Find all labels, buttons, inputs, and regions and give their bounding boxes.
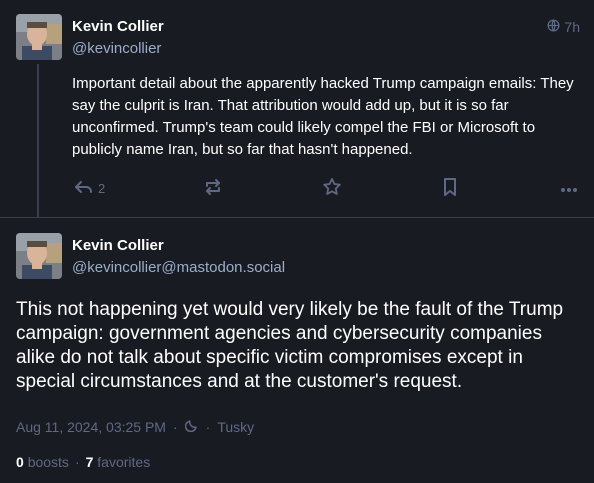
reply-count: 2 xyxy=(98,180,106,196)
favorites-count: 7 xyxy=(85,454,94,470)
post-date[interactable]: Aug 11, 2024, 03:25 PM xyxy=(16,419,166,435)
more-icon xyxy=(560,181,578,196)
boost-button[interactable] xyxy=(203,176,223,200)
status-content: This not happening yet would very likely… xyxy=(16,299,564,392)
globe-icon xyxy=(547,19,560,35)
favorites-link[interactable]: 7 favorites xyxy=(86,454,151,470)
author-handle[interactable]: @kevincollier xyxy=(72,40,161,57)
thread-connector xyxy=(37,64,39,218)
status-meta[interactable]: 7h xyxy=(547,19,580,35)
action-bar: 2 xyxy=(72,176,582,200)
avatar[interactable] xyxy=(16,14,62,60)
application-name[interactable]: Tusky xyxy=(217,419,254,435)
relative-time[interactable]: 7h xyxy=(564,19,580,35)
author-name[interactable]: Kevin Collier xyxy=(72,237,164,254)
status-info: Aug 11, 2024, 03:25 PM · · Tusky xyxy=(16,418,254,435)
separator: · xyxy=(205,418,211,435)
author-handle[interactable]: @kevincollier@mastodon.social xyxy=(72,259,285,276)
parent-status[interactable]: Kevin Collier @kevincollier 7h Important… xyxy=(0,0,594,218)
favorite-button[interactable] xyxy=(322,176,342,200)
favorites-label: favorites xyxy=(97,454,151,470)
bookmark-button[interactable] xyxy=(442,176,458,200)
author-name[interactable]: Kevin Collier xyxy=(72,18,164,35)
favorite-icon xyxy=(322,177,342,200)
bookmark-icon xyxy=(442,177,458,200)
status-counts: 0 boosts · 7 favorites xyxy=(16,454,150,470)
moon-icon xyxy=(184,418,199,435)
reply-button[interactable]: 2 xyxy=(74,176,105,200)
reply-icon xyxy=(74,179,94,198)
boosts-label: boosts xyxy=(27,454,69,470)
boosts-count: 0 xyxy=(16,454,24,470)
boost-icon xyxy=(203,178,223,199)
more-button[interactable] xyxy=(560,176,578,200)
separator: · xyxy=(172,418,178,435)
separator: · xyxy=(74,454,80,470)
avatar[interactable] xyxy=(16,233,62,279)
status-content: Important detail about the apparently ha… xyxy=(72,75,574,158)
boosts-link[interactable]: 0 boosts xyxy=(16,454,69,470)
